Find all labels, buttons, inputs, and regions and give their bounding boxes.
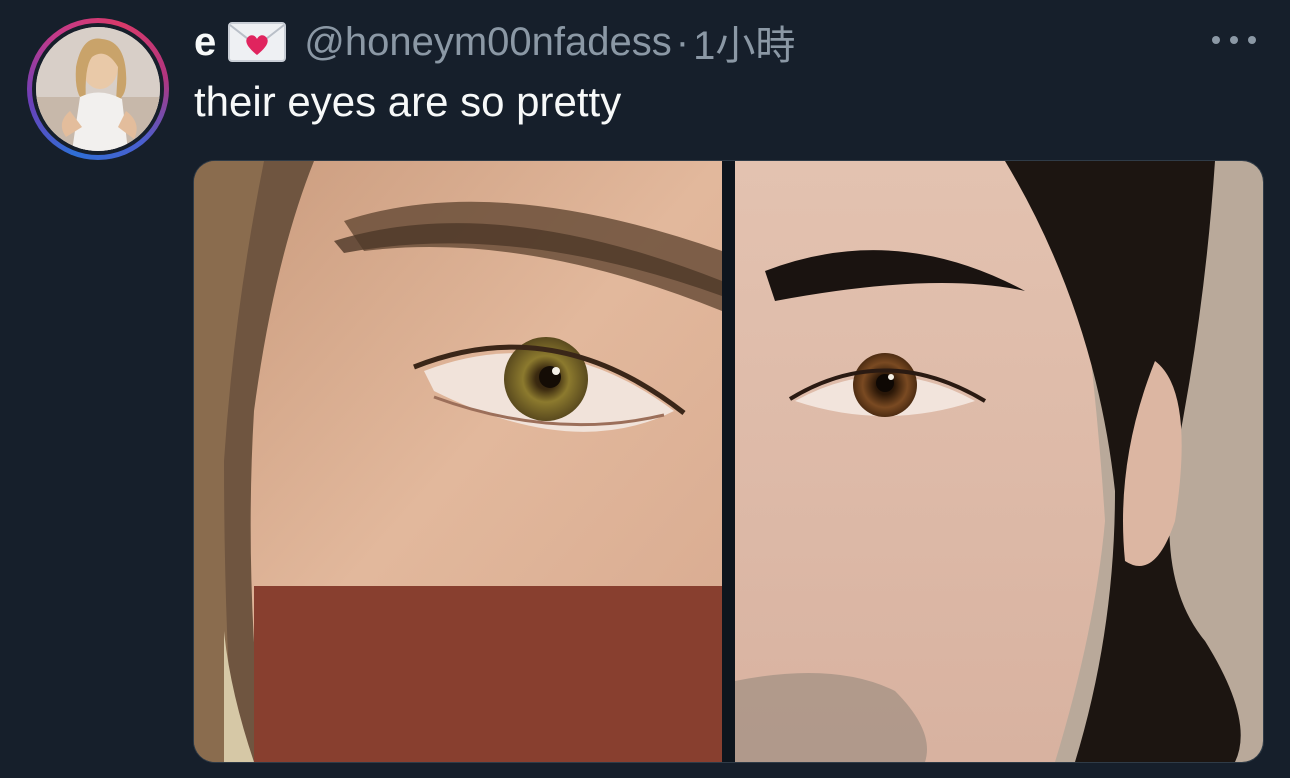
- avatar[interactable]: [36, 27, 160, 151]
- tweet-media-grid[interactable]: [193, 160, 1264, 763]
- more-dot: [1212, 36, 1220, 44]
- media-photo-2[interactable]: [735, 161, 1263, 762]
- tweet-header: e @honeym00nfadess · 1小時: [194, 13, 795, 71]
- more-dot: [1230, 36, 1238, 44]
- display-name[interactable]: e: [194, 20, 216, 65]
- timestamp[interactable]: 1小時: [693, 13, 795, 71]
- more-horizontal-icon[interactable]: [1212, 30, 1256, 50]
- user-handle[interactable]: @honeym00nfadess: [304, 20, 672, 65]
- separator-dot: ·: [675, 19, 690, 64]
- love-letter-icon: [228, 22, 287, 62]
- avatar-story-ring[interactable]: [27, 18, 169, 160]
- media-photo-1[interactable]: [194, 161, 722, 762]
- tweet[interactable]: e @honeym00nfadess · 1小時 their eyes are …: [0, 0, 1290, 778]
- tweet-text: their eyes are so pretty: [194, 78, 622, 125]
- more-dot: [1248, 36, 1256, 44]
